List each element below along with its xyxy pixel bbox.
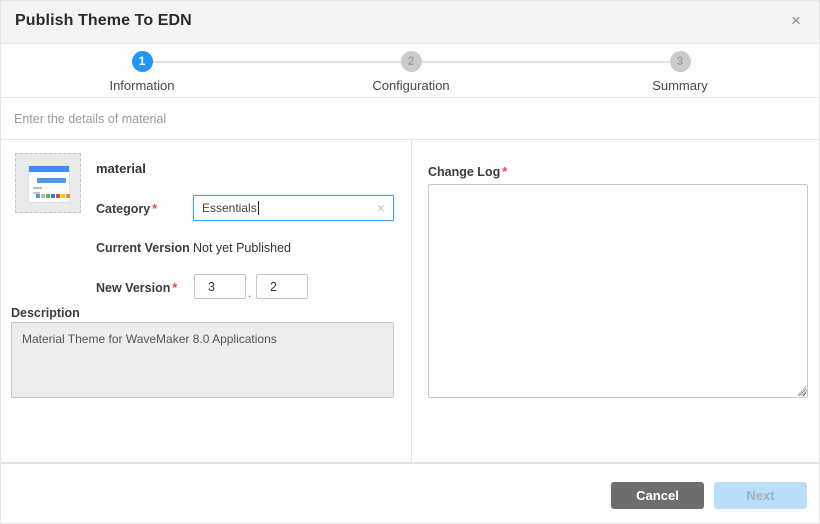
step-1-label: Information xyxy=(72,78,212,93)
dialog-title: Publish Theme To EDN xyxy=(15,12,192,30)
description-textarea: Material Theme for WaveMaker 8.0 Applica… xyxy=(11,322,394,398)
step-1-badge: 1 xyxy=(132,51,153,72)
required-asterisk: * xyxy=(502,165,507,179)
current-version-label: Current Version xyxy=(96,241,190,255)
text-caret xyxy=(258,201,259,215)
cancel-button[interactable]: Cancel xyxy=(611,482,704,509)
wizard-stepper: 1 Information 2 Configuration 3 Summary xyxy=(1,45,819,98)
dialog-header: Publish Theme To EDN × xyxy=(1,1,819,44)
step-3-badge: 3 xyxy=(670,51,691,72)
new-version-label: New Version* xyxy=(96,281,177,295)
theme-name: material xyxy=(96,161,146,176)
required-asterisk: * xyxy=(172,281,177,295)
main-content: material Category* Essentials × Current … xyxy=(1,140,819,463)
category-input[interactable]: Essentials × xyxy=(193,195,394,221)
step-2-badge: 2 xyxy=(401,51,422,72)
close-icon[interactable]: × xyxy=(785,10,807,32)
step-3-label: Summary xyxy=(610,78,750,93)
theme-preview-icon xyxy=(28,165,70,203)
version-minor-input[interactable] xyxy=(256,274,308,299)
step-information[interactable]: 1 Information xyxy=(72,51,212,93)
column-divider xyxy=(411,140,412,463)
thumbnail-palette xyxy=(36,194,70,198)
version-separator: . xyxy=(248,286,251,300)
clear-icon[interactable]: × xyxy=(377,200,385,216)
required-asterisk: * xyxy=(152,202,157,216)
description-label: Description xyxy=(11,306,80,320)
theme-thumbnail xyxy=(15,153,81,213)
next-button[interactable]: Next xyxy=(714,482,807,509)
current-version-value: Not yet Published xyxy=(193,241,291,255)
version-major-input[interactable] xyxy=(194,274,246,299)
step-configuration[interactable]: 2 Configuration xyxy=(341,51,481,93)
category-value: Essentials xyxy=(202,201,257,215)
subtitle-text: Enter the details of material xyxy=(14,112,166,126)
step-2-label: Configuration xyxy=(341,78,481,93)
publish-theme-dialog: Publish Theme To EDN × 1 Information 2 C… xyxy=(0,0,820,524)
change-log-textarea[interactable] xyxy=(428,184,808,398)
subtitle-row: Enter the details of material xyxy=(1,99,819,140)
category-label: Category* xyxy=(96,202,157,216)
step-summary[interactable]: 3 Summary xyxy=(610,51,750,93)
change-log-label: Change Log* xyxy=(428,165,507,179)
dialog-footer: Cancel Next xyxy=(1,464,819,524)
